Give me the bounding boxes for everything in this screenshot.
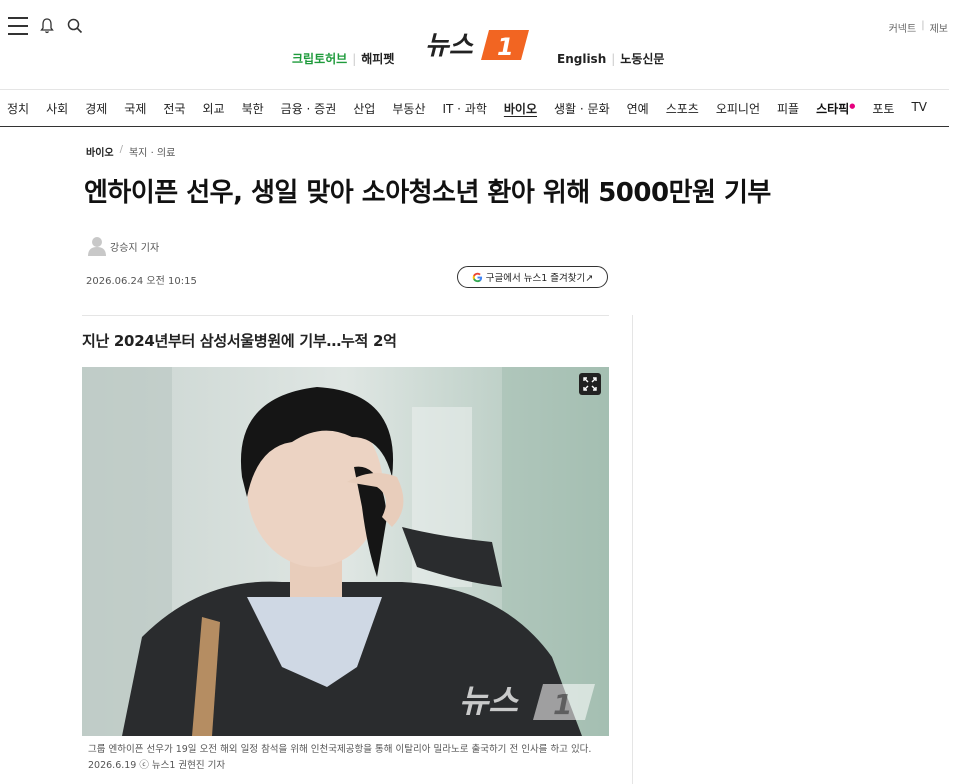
svg-text:뉴스: 뉴스 [459, 682, 519, 720]
connect-link[interactable]: 커넥트 [889, 20, 917, 35]
utility-links: 커넥트 | 제보 [889, 20, 948, 35]
expand-icon[interactable] [579, 373, 601, 395]
nav-politics[interactable]: 정치 [7, 100, 29, 117]
nav-it-science[interactable]: IT · 과학 [442, 100, 486, 117]
nav-industry[interactable]: 산업 [353, 100, 375, 117]
nav-sports[interactable]: 스포츠 [666, 100, 699, 117]
logo-number: 1 [497, 33, 514, 61]
breadcrumb-subsection[interactable]: 복지 · 의료 [129, 144, 175, 159]
header-icons [8, 17, 84, 35]
cryptohub-link[interactable]: 크립토허브 [292, 50, 347, 67]
nav-society[interactable]: 사회 [46, 100, 68, 117]
breadcrumb-section[interactable]: 바이오 [86, 144, 114, 159]
google-icon [472, 272, 482, 282]
news1-watermark: 뉴스 1 [459, 676, 599, 728]
article-subtitle: 지난 2024년부터 삼성서울병원에 기부…누적 2억 [82, 332, 397, 350]
nav-culture[interactable]: 생활 · 문화 [554, 100, 610, 117]
rodong-link[interactable]: 노동신문 [620, 50, 664, 67]
nav-diplomacy[interactable]: 외교 [202, 100, 224, 117]
main-nav: 정치 사회 경제 국제 전국 외교 북한 금융 · 증권 산업 부동산 IT ·… [7, 100, 944, 117]
report-link[interactable]: 제보 [930, 20, 948, 35]
divider: | [921, 20, 925, 31]
google-follow-button[interactable]: 구글에서 뉴스1 즐겨찾기↗ [457, 266, 608, 288]
nav-photo[interactable]: 포토 [872, 100, 894, 117]
nav-opinion[interactable]: 오피니언 [716, 100, 760, 117]
nav-finance[interactable]: 금융 · 증권 [281, 100, 337, 117]
sidebar-divider [632, 315, 633, 784]
nav-economy[interactable]: 경제 [85, 100, 107, 117]
author-byline: 강승지 기자 [88, 236, 159, 256]
divider: | [611, 51, 616, 66]
nav-entertainment[interactable]: 연예 [627, 100, 649, 117]
nav-tv[interactable]: TV [911, 100, 927, 117]
svg-text:1: 1 [553, 688, 572, 721]
breadcrumb-separator: / [119, 144, 123, 155]
partner-links-left: 크립토허브 | 해피펫 [292, 50, 394, 67]
divider: | [352, 51, 357, 66]
breadcrumb: 바이오 / 복지 · 의료 [86, 144, 175, 159]
menu-icon[interactable] [8, 17, 28, 35]
partner-links-right: English | 노동신문 [557, 50, 664, 67]
bell-icon[interactable] [38, 17, 56, 35]
header-divider [0, 89, 949, 90]
logo-text: 뉴스 [425, 31, 474, 61]
nav-national[interactable]: 전국 [163, 100, 185, 117]
happypet-link[interactable]: 해피펫 [361, 50, 394, 67]
nav-divider [0, 126, 949, 127]
nav-north-korea[interactable]: 북한 [242, 100, 264, 117]
nav-bio[interactable]: 바이오 [504, 100, 537, 117]
publish-date: 2026.06.24 오전 10:15 [86, 276, 197, 287]
nav-people[interactable]: 피플 [777, 100, 799, 117]
star-mark: ● [849, 102, 856, 110]
article-photo[interactable]: 뉴스 1 [82, 367, 609, 736]
search-icon[interactable] [66, 17, 84, 35]
english-link[interactable]: English [557, 52, 606, 66]
nav-international[interactable]: 국제 [124, 100, 146, 117]
photo-caption: 그룹 엔하이픈 선우가 19일 오전 해외 일정 참석을 위해 인천국제공항을 … [88, 744, 592, 771]
news1-logo[interactable]: 뉴스 1 [425, 24, 531, 64]
avatar [88, 237, 106, 256]
nav-real-estate[interactable]: 부동산 [392, 100, 425, 117]
google-follow-label: 구글에서 뉴스1 즐겨찾기↗ [485, 273, 594, 284]
subtitle-divider [82, 315, 609, 316]
nav-starpick[interactable]: 스타픽● [816, 100, 855, 117]
article-headline: 엔하이픈 선우, 생일 맞아 소아청소년 환아 위해 5000만원 기부 [84, 178, 771, 208]
author-name[interactable]: 강승지 기자 [110, 239, 159, 254]
